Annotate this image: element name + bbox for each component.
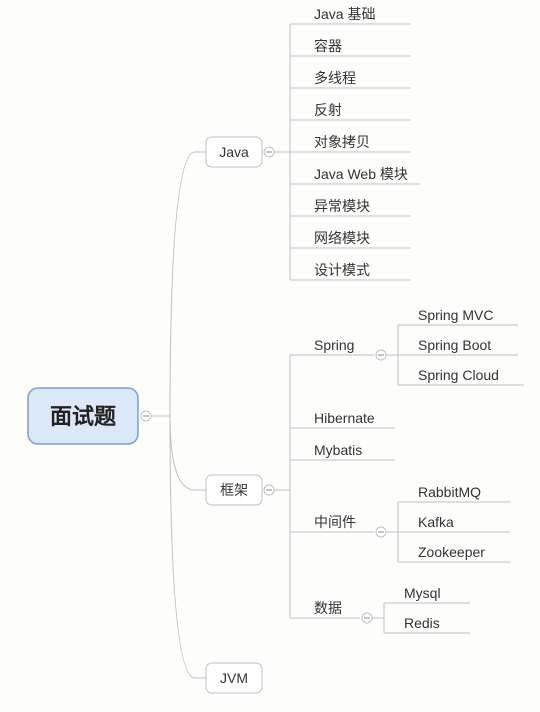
leaf-node[interactable]: Java 基础 — [290, 6, 410, 24]
leaf-node[interactable]: Spring Boot — [398, 337, 518, 355]
svg-text:设计模式: 设计模式 — [314, 262, 370, 278]
svg-text:多线程: 多线程 — [314, 70, 356, 86]
leaf-node[interactable]: Mybatis — [290, 442, 395, 460]
svg-text:Spring Boot: Spring Boot — [418, 337, 491, 353]
leaf-node[interactable]: 网络模块 — [290, 230, 410, 248]
leaf-node[interactable]: 对象拷贝 — [290, 134, 410, 152]
root-label: 面试题 — [50, 404, 117, 429]
svg-text:Spring Cloud: Spring Cloud — [418, 367, 499, 383]
framework-label: 框架 — [220, 482, 248, 498]
java-label: Java — [219, 144, 249, 160]
svg-text:反射: 反射 — [314, 102, 342, 118]
svg-text:Redis: Redis — [404, 615, 440, 631]
leaf-node[interactable]: 反射 — [290, 102, 410, 120]
framework-node[interactable]: 框架 — [206, 475, 262, 505]
collapse-toggle-icon[interactable] — [264, 147, 274, 157]
spring-node[interactable]: Spring — [290, 337, 374, 355]
middleware-node[interactable]: 中间件 — [290, 514, 374, 532]
leaf-node[interactable]: 异常模块 — [290, 198, 410, 216]
data-node[interactable]: 数据 — [290, 600, 360, 618]
collapse-toggle-icon[interactable] — [376, 527, 386, 537]
leaf-node[interactable]: 设计模式 — [290, 262, 410, 280]
svg-text:中间件: 中间件 — [314, 514, 356, 530]
svg-text:Java Web 模块: Java Web 模块 — [314, 166, 408, 182]
java-children: Java 基础 容器 多线程 反射 对象拷贝 Java Web 模块 — [290, 6, 420, 280]
svg-text:Spring MVC: Spring MVC — [418, 307, 493, 323]
svg-text:Java 基础: Java 基础 — [314, 6, 375, 22]
svg-text:Mysql: Mysql — [404, 585, 441, 601]
leaf-node[interactable]: Zookeeper — [398, 544, 510, 562]
svg-text:RabbitMQ: RabbitMQ — [418, 484, 481, 500]
leaf-node[interactable]: RabbitMQ — [398, 484, 510, 502]
jvm-label: JVM — [220, 670, 248, 686]
svg-text:数据: 数据 — [314, 600, 342, 616]
svg-text:异常模块: 异常模块 — [314, 198, 370, 214]
svg-text:Spring: Spring — [314, 337, 354, 353]
svg-text:Mybatis: Mybatis — [314, 442, 362, 458]
collapse-toggle-icon[interactable] — [376, 350, 386, 360]
collapse-toggle-icon[interactable] — [264, 485, 274, 495]
leaf-node[interactable]: Hibernate — [290, 410, 395, 428]
svg-text:容器: 容器 — [314, 38, 342, 54]
leaf-node[interactable]: 容器 — [290, 38, 410, 56]
collapse-toggle-icon[interactable] — [141, 411, 151, 421]
jvm-node[interactable]: JVM — [206, 663, 262, 693]
leaf-node[interactable]: Mysql — [384, 585, 470, 603]
svg-text:Zookeeper: Zookeeper — [418, 544, 485, 560]
leaf-node[interactable]: Kafka — [398, 514, 510, 532]
leaf-node[interactable]: 多线程 — [290, 70, 410, 88]
svg-text:Hibernate: Hibernate — [314, 410, 375, 426]
collapse-toggle-icon[interactable] — [362, 613, 372, 623]
svg-text:Kafka: Kafka — [418, 514, 454, 530]
svg-text:网络模块: 网络模块 — [314, 230, 370, 246]
leaf-node[interactable]: Spring Cloud — [398, 367, 524, 385]
svg-text:对象拷贝: 对象拷贝 — [314, 134, 370, 150]
leaf-node[interactable]: Java Web 模块 — [290, 166, 420, 184]
leaf-node[interactable]: Spring MVC — [398, 307, 518, 325]
mindmap-diagram: 面试题 Java Java 基础 容器 — [0, 0, 540, 712]
leaf-node[interactable]: Redis — [384, 615, 470, 633]
java-node[interactable]: Java — [206, 137, 262, 167]
root-node[interactable]: 面试题 — [28, 388, 138, 444]
